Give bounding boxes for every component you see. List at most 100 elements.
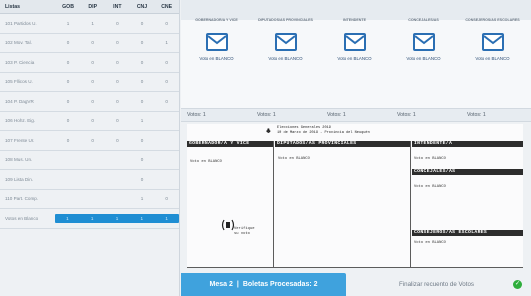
vote-count: Votos: 1 xyxy=(397,112,416,118)
category-card[interactable]: DIPUTADOS/AS PROVINCIALES Voto en BLANCO xyxy=(254,18,317,76)
row-cell: 0 xyxy=(66,59,70,65)
row-cell: 0 xyxy=(116,40,119,46)
category-title: DIPUTADOS/AS PROVINCIALES xyxy=(258,18,313,22)
category-card[interactable]: CONCEJALES/AS Voto en BLANCO xyxy=(392,18,455,76)
col-header-cnj: CNJ xyxy=(136,3,148,10)
ballot-header: ♣ Elecciones Generales 2019 10 de Marzo … xyxy=(266,126,370,136)
row-cell: 0 xyxy=(66,40,70,46)
mesa-status: Mesa 2 | Boletas Procesadas: 2 xyxy=(181,273,346,296)
col-header-dip: DIP xyxy=(88,3,98,10)
category-title: INTENDENTE xyxy=(343,18,366,22)
vote-count: Votos: 1 xyxy=(327,112,346,118)
finish-count-button[interactable]: Finalizar recuento de Votos xyxy=(399,281,474,288)
row-cell: 0 xyxy=(116,118,119,124)
row-cell: 0 xyxy=(66,98,70,104)
vote-count: Votos: 1 xyxy=(467,112,486,118)
ballot-gob-blank: Voto en BLANCO xyxy=(190,160,222,164)
ballot-preview: ♣ Elecciones Generales 2019 10 de Marzo … xyxy=(187,124,523,268)
row-cell: 0 xyxy=(66,118,70,124)
row-cell: 0 xyxy=(140,98,144,104)
row-cell: 0 xyxy=(116,137,119,143)
table-row: 108 Mus. Un. 0 xyxy=(0,151,179,170)
row-cell: 0 xyxy=(91,137,94,143)
ballot-int-blank: Voto en BLANCO xyxy=(414,157,446,161)
row-cell: 0 xyxy=(66,137,70,143)
row-cell: 0 xyxy=(140,79,144,85)
blank-vote-label: Voto en BLANCO xyxy=(337,56,372,61)
row-cell: 0 xyxy=(140,59,144,65)
ballot-subtitle: 10 de Marzo de 2019 - Provincia del Neuq… xyxy=(277,131,370,136)
category-title: CONCEJALES/AS xyxy=(408,18,439,22)
row-cell: 1 xyxy=(66,215,69,221)
table-row: 109 Lista Din. 0 xyxy=(0,170,179,190)
envelope-icon xyxy=(461,33,524,51)
row-cell: 0 xyxy=(165,98,168,104)
row-list-name: 107 Frente Ur. xyxy=(5,137,35,143)
envelope-icon xyxy=(323,33,386,51)
category-title: CONSEJEROS/AS ESCOLARES xyxy=(465,18,520,22)
category-card[interactable]: GOBERNADOR/A Y VICE Voto en BLANCO xyxy=(185,18,248,76)
col-header-int: INT xyxy=(113,3,122,10)
row-cell: 1 xyxy=(91,20,94,26)
categories-header-band xyxy=(181,0,531,20)
verify-vote-label: Verifique su voto xyxy=(234,227,255,237)
row-list-name: 109 Lista Din. xyxy=(5,176,34,182)
blank-vote-label: Voto en BLANCO xyxy=(475,56,510,61)
votes-bar: Votos: 1 Votos: 1 Votos: 1 Votos: 1 Votos: 1 xyxy=(181,108,531,122)
row-cell: 0 xyxy=(165,79,168,85)
blank-votes-highlight: 1 1 1 1 1 xyxy=(55,213,179,223)
row-cell: 0 xyxy=(140,137,144,143)
table-row: 102 Mov. Tal. 0 0 0 0 1 xyxy=(0,34,179,53)
table-row: 103 P. Ciencia 0 0 0 0 0 xyxy=(0,53,179,73)
mesa-separator: | xyxy=(236,281,239,288)
blank-vote-label: Voto en BLANCO xyxy=(268,56,303,61)
app-window: Listas GOB DIP INT CNJ CNE 101 Partidos … xyxy=(0,0,531,296)
row-list-name: Votos en Blanco xyxy=(5,215,39,221)
row-cell: 1 xyxy=(66,20,70,26)
envelope-icon xyxy=(392,33,455,51)
table-row: 101 Partidos U. 1 1 0 0 0 xyxy=(0,14,179,34)
envelope-icon xyxy=(185,33,248,51)
row-cell: 0 xyxy=(91,98,94,104)
row-cell: 1 xyxy=(165,40,168,46)
row-cell: 0 xyxy=(140,176,144,182)
row-cell: 0 xyxy=(91,40,94,46)
row-cell: 0 xyxy=(91,59,94,65)
ballot-section-concejales: CONCEJALES/AS xyxy=(412,169,523,175)
row-cell: 1 xyxy=(90,215,94,221)
row-cell: 0 xyxy=(116,59,119,65)
table-row: 107 Frente Ur. 0 0 0 0 xyxy=(0,131,179,151)
table-row: 110 Part. Comp. 1 0 xyxy=(0,190,179,209)
row-cell: 0 xyxy=(140,40,144,46)
col-header-cne: CNE xyxy=(161,3,173,10)
ballot-section-consejeros: CONSEJEROS/AS ESCOLARES xyxy=(412,230,523,236)
table-row-blank-votes: Votos en Blanco 1 1 1 1 1 xyxy=(0,209,179,229)
category-card[interactable]: CONSEJEROS/AS ESCOLARES Voto en BLANCO xyxy=(461,18,524,76)
category-card[interactable]: INTENDENTE Voto en BLANCO xyxy=(323,18,386,76)
col-header-gob: GOB xyxy=(62,3,74,10)
checkmark-icon[interactable]: ✓ xyxy=(513,280,522,289)
row-list-name: 102 Mov. Tal. xyxy=(5,40,32,46)
boletas-processed: Boletas Procesadas: 2 xyxy=(242,281,318,288)
nfc-chip-icon xyxy=(221,216,235,239)
ballot-section-gobernador: GOBERNADOR/A Y VICE xyxy=(187,141,273,147)
table-row: 106 Hohz. Eig. 0 0 0 1 xyxy=(0,112,179,131)
row-cell: 1 xyxy=(165,215,168,221)
ballot-section-diputados: DIPUTADOS/AS PROVINCIALES xyxy=(275,141,410,147)
row-cell: 0 xyxy=(116,98,119,104)
col-header-listas: Listas xyxy=(5,3,20,10)
blank-vote-label: Voto en BLANCO xyxy=(199,56,234,61)
row-cell: 0 xyxy=(140,157,144,163)
row-cell: 0 xyxy=(165,20,168,26)
row-list-name: 110 Part. Comp. xyxy=(5,196,39,202)
row-cell: 1 xyxy=(140,215,144,221)
row-cell: 1 xyxy=(115,215,119,221)
row-list-name: 101 Partidos U. xyxy=(5,20,37,26)
row-cell: 0 xyxy=(165,196,168,202)
row-cell: 0 xyxy=(91,79,94,85)
footer-bar: Mesa 2 | Boletas Procesadas: 2 Finalizar… xyxy=(181,271,531,296)
row-cell: 1 xyxy=(140,196,144,202)
table-row: 105 Fllicos U. 0 0 0 0 0 xyxy=(0,73,179,92)
envelope-icon xyxy=(254,33,317,51)
row-list-name: 105 Fllicos U. xyxy=(5,79,33,85)
